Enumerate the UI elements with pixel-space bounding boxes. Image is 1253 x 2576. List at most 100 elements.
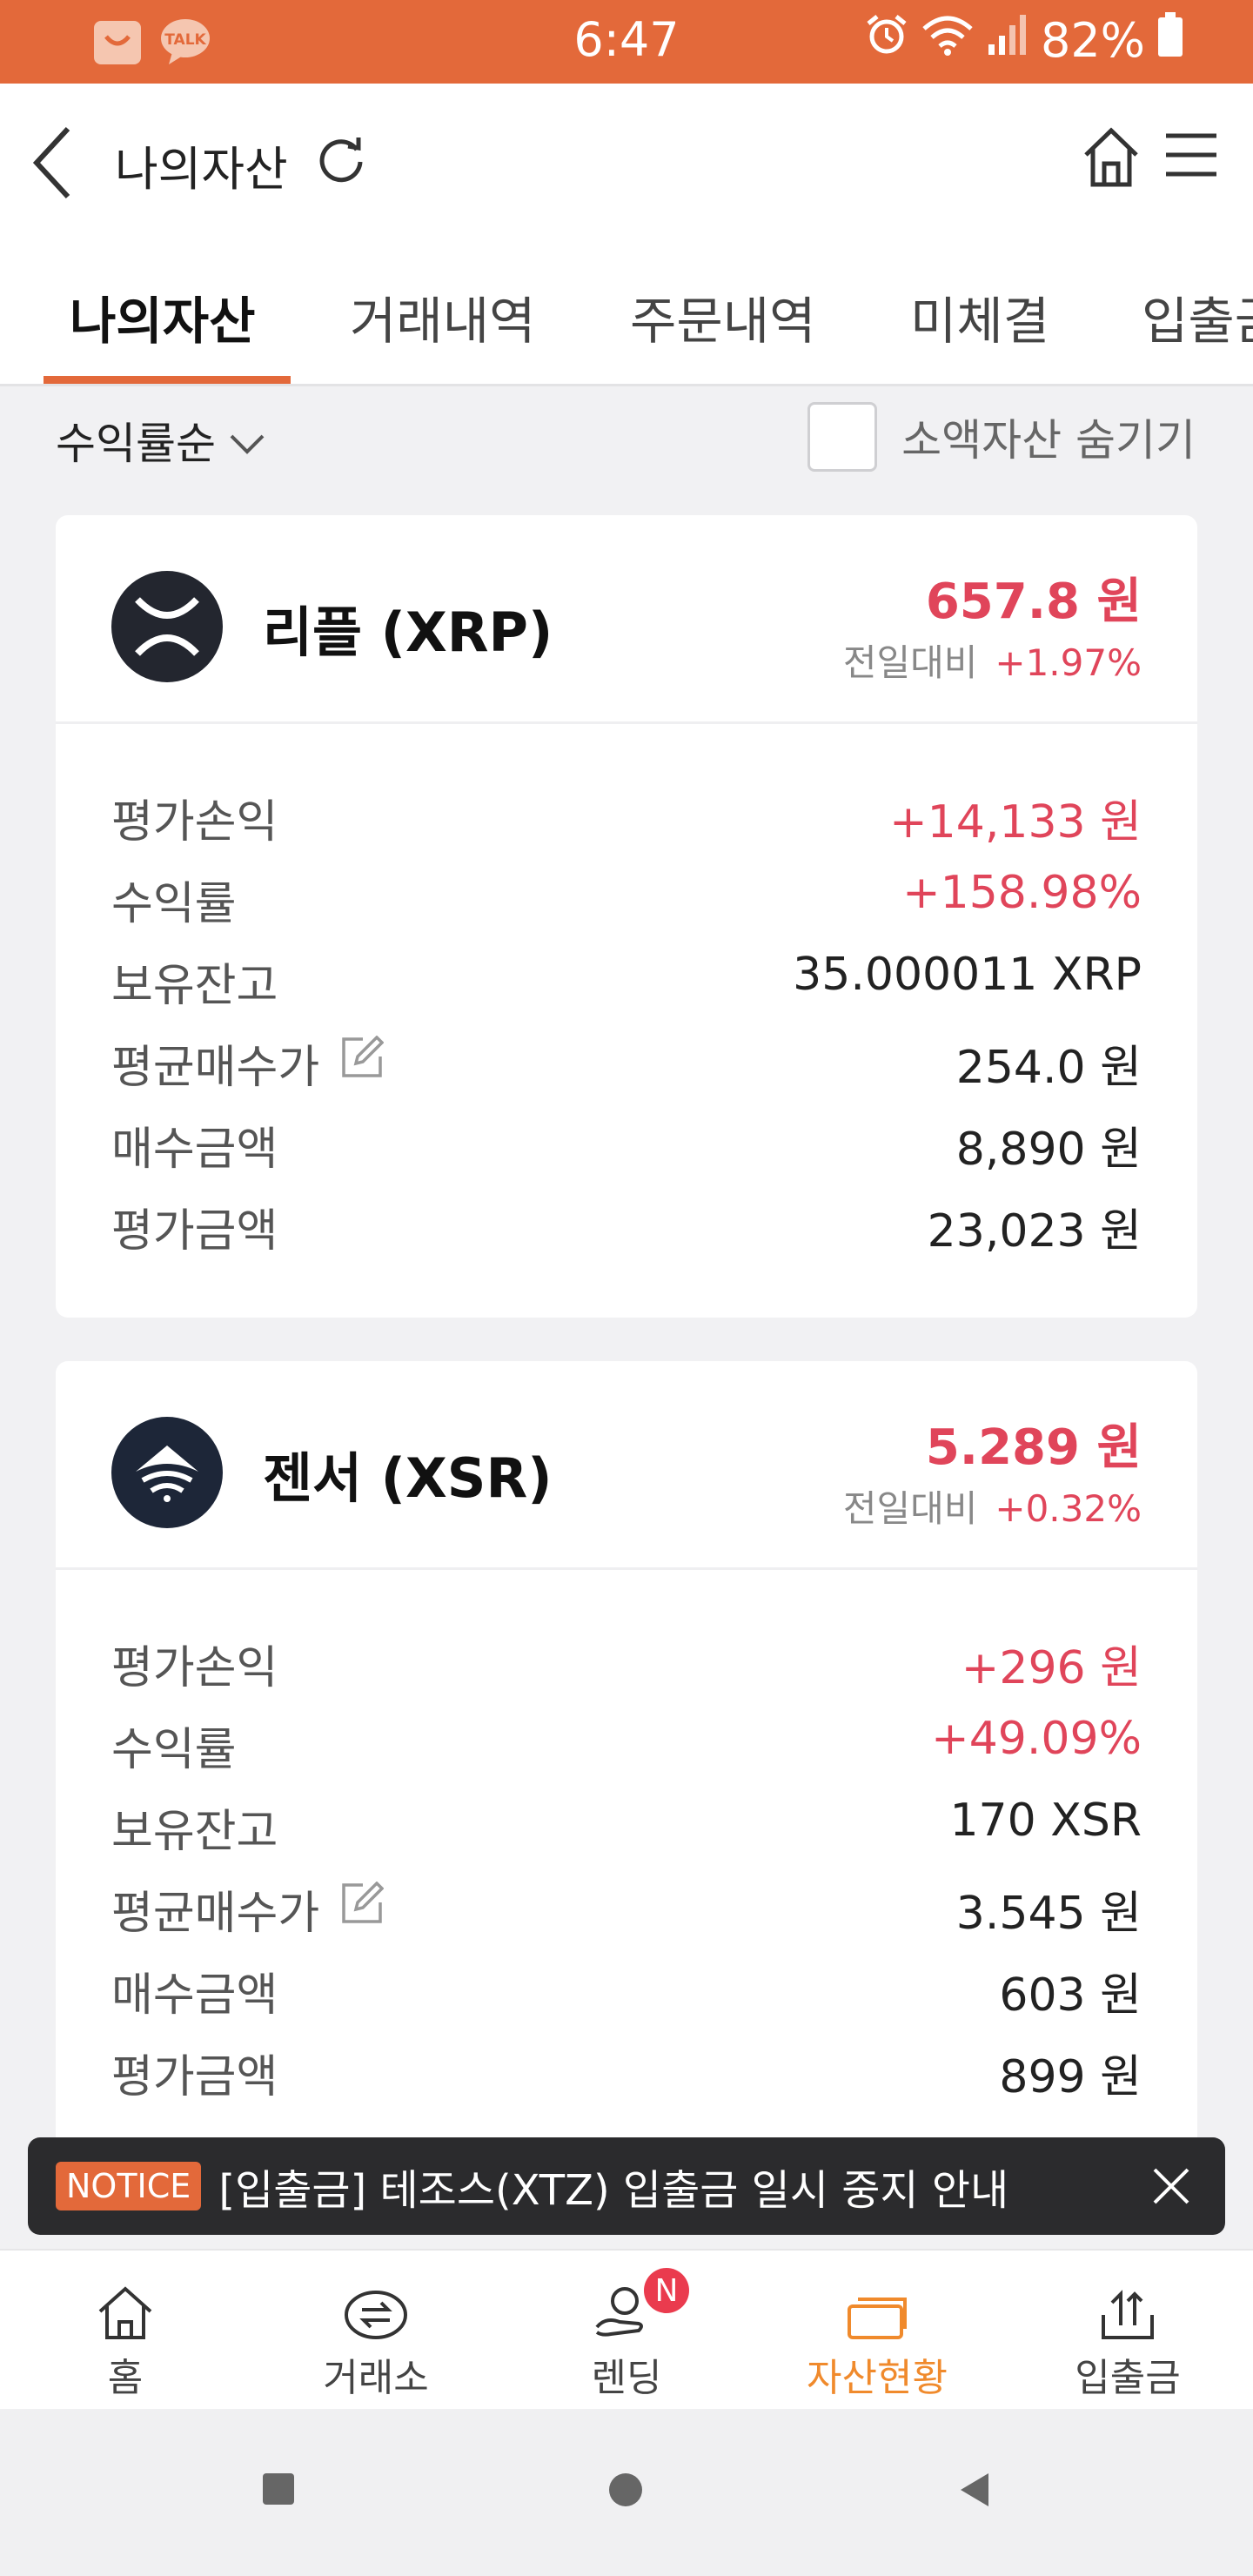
tab-unfilled[interactable]: 미체결 [910, 280, 1049, 353]
detail-row: 평가손익 +14,133 원 [111, 776, 1142, 858]
change-percent: +1.97% [995, 641, 1142, 684]
notice-banner[interactable]: NOTICE [입출금] 테조스(XTZ) 입출금 일시 중지 안내 [28, 2137, 1225, 2235]
wallet-icon [752, 2271, 1002, 2341]
asset-card-xrp[interactable]: 리플 (XRP) 657.8 원 전일대비 +1.97% 평가손익 +14,133… [56, 515, 1197, 1318]
detail-row: 평가손익 +296 원 [111, 1622, 1142, 1704]
change-percent: +0.32% [995, 1487, 1142, 1530]
tab-trade-history[interactable]: 거래내역 [350, 280, 535, 353]
hide-small-assets[interactable]: 소액자산 숨기기 [807, 402, 1196, 472]
detail-value: +158.98% [902, 867, 1142, 919]
tab-bar: 나의자산 거래내역 주문내역 미체결 입출금 [0, 240, 1253, 386]
detail-label: 매수금액 [111, 1969, 278, 2022]
detail-label: 보유잔고 [111, 1806, 278, 1858]
home-icon [0, 2271, 251, 2341]
detail-value: 3.545 원 [955, 1888, 1142, 1940]
detail-label: 평가금액 [111, 2051, 278, 2103]
status-icons: 82% [865, 12, 1183, 69]
close-icon[interactable] [1145, 2160, 1197, 2212]
notice-badge: NOTICE [56, 2162, 202, 2210]
asset-price: 5.289 원 [925, 1419, 1142, 1476]
detail-value: 35.000011 XRP [793, 949, 1142, 1001]
detail-row: 평가금액 899 원 [111, 2031, 1142, 2113]
page-title: 나의자산 [115, 142, 288, 197]
system-navigation-bar [0, 2409, 1253, 2576]
detail-label: 평가손익 [111, 1642, 278, 1694]
detail-row: 평균매수가 254.0 원 [111, 1022, 1142, 1104]
home-button-icon[interactable] [607, 2472, 644, 2512]
nav-deposit[interactable]: 입출금 [1002, 2271, 1253, 2402]
asset-daily-change: 전일대비 +1.97% [843, 634, 1142, 687]
detail-label: 수익률 [111, 1724, 237, 1776]
nav-home[interactable]: 홈 [0, 2271, 251, 2402]
status-bar: TALK 6:47 82% [0, 0, 1253, 84]
xsr-logo-icon [111, 1417, 223, 1528]
detail-row: 수익률 +49.09% [111, 1704, 1142, 1786]
nav-exchange[interactable]: 거래소 [251, 2271, 501, 2402]
hide-small-label: 소액자산 숨기기 [901, 415, 1196, 466]
home-icon[interactable] [1081, 125, 1142, 191]
menu-icon[interactable] [1164, 132, 1218, 181]
wifi-icon [921, 13, 975, 68]
signal-icon [987, 13, 1029, 68]
recent-apps-icon[interactable] [261, 2472, 296, 2510]
lending-icon: N [501, 2268, 752, 2341]
detail-label: 매수금액 [111, 1124, 278, 1176]
xrp-logo-icon [111, 571, 223, 682]
app-header: 나의자산 [0, 84, 1253, 240]
chevron-down-icon [228, 415, 266, 466]
back-button-icon[interactable] [957, 2472, 992, 2512]
nav-lending[interactable]: N 렌딩 [501, 2268, 752, 2402]
deposit-icon [1002, 2271, 1253, 2341]
asset-card-header: 젠서 (XSR) 5.289 원 전일대비 +0.32% [56, 1361, 1197, 1570]
nav-label: 홈 [107, 2356, 144, 2400]
asset-card-xsr[interactable]: 젠서 (XSR) 5.289 원 전일대비 +0.32% 평가손익 +296 원 … [56, 1361, 1197, 2179]
tab-order-history[interactable]: 주문내역 [630, 280, 815, 353]
hide-small-checkbox[interactable] [807, 402, 878, 472]
detail-row: 보유잔고 170 XSR [111, 1786, 1142, 1868]
nav-label: 거래소 [323, 2356, 429, 2400]
sort-dropdown[interactable]: 수익률순 [56, 409, 266, 472]
asset-card-header: 리플 (XRP) 657.8 원 전일대비 +1.97% [56, 515, 1197, 724]
sort-label: 수익률순 [56, 419, 216, 469]
bottom-navigation: 홈 거래소 N 렌딩 자산현황 입출금 [0, 2249, 1253, 2409]
tab-my-assets[interactable]: 나의자산 [70, 280, 255, 353]
notice-text[interactable]: [입출금] 테조스(XTZ) 입출금 일시 중지 안내 [218, 2156, 1145, 2217]
detail-value: 23,023 원 [927, 1205, 1142, 1258]
asset-details: 평가손익 +296 원 수익률 +49.09% 보유잔고 170 XSR 평균매… [56, 1570, 1197, 2139]
asset-details: 평가손익 +14,133 원 수익률 +158.98% 보유잔고 35.0000… [56, 724, 1197, 1293]
detail-row: 매수금액 603 원 [111, 1949, 1142, 2031]
nav-assets[interactable]: 자산현황 [752, 2271, 1002, 2402]
nav-label: 입출금 [1075, 2356, 1181, 2400]
detail-value: 899 원 [999, 2051, 1142, 2103]
tab-deposit-withdraw[interactable]: 입출금 [1142, 280, 1253, 353]
battery-icon [1157, 12, 1183, 69]
asset-price: 657.8 원 [925, 574, 1142, 630]
detail-row: 평가금액 23,023 원 [111, 1185, 1142, 1267]
detail-value: 603 원 [999, 1969, 1142, 2022]
nav-label: 자산현황 [807, 2356, 948, 2400]
alarm-icon [865, 13, 908, 68]
detail-value: +14,133 원 [889, 796, 1142, 849]
asset-name: 리플 (XRP) [263, 600, 553, 664]
detail-label: 평가손익 [111, 796, 278, 849]
detail-value: +49.09% [931, 1713, 1142, 1765]
detail-value: +296 원 [961, 1642, 1142, 1694]
asset-name: 젠서 (XSR) [263, 1446, 553, 1510]
detail-row: 수익률 +158.98% [111, 858, 1142, 940]
detail-label: 평균매수가 [111, 1876, 385, 1942]
avg-price-label: 평균매수가 [111, 1042, 320, 1094]
back-icon[interactable] [30, 124, 75, 205]
detail-label: 보유잔고 [111, 960, 278, 1012]
exchange-icon [251, 2271, 501, 2341]
detail-value: 254.0 원 [955, 1042, 1142, 1094]
detail-row: 평균매수가 3.545 원 [111, 1868, 1142, 1949]
change-label: 전일대비 [842, 1487, 978, 1530]
edit-icon[interactable] [340, 1881, 385, 1936]
new-badge: N [644, 2268, 689, 2313]
edit-icon[interactable] [340, 1035, 385, 1090]
nav-label: 렌딩 [591, 2356, 662, 2400]
detail-row: 매수금액 8,890 원 [111, 1104, 1142, 1185]
refresh-icon[interactable] [315, 132, 367, 188]
asset-daily-change: 전일대비 +0.32% [843, 1479, 1142, 1533]
detail-value: 170 XSR [949, 1794, 1142, 1847]
